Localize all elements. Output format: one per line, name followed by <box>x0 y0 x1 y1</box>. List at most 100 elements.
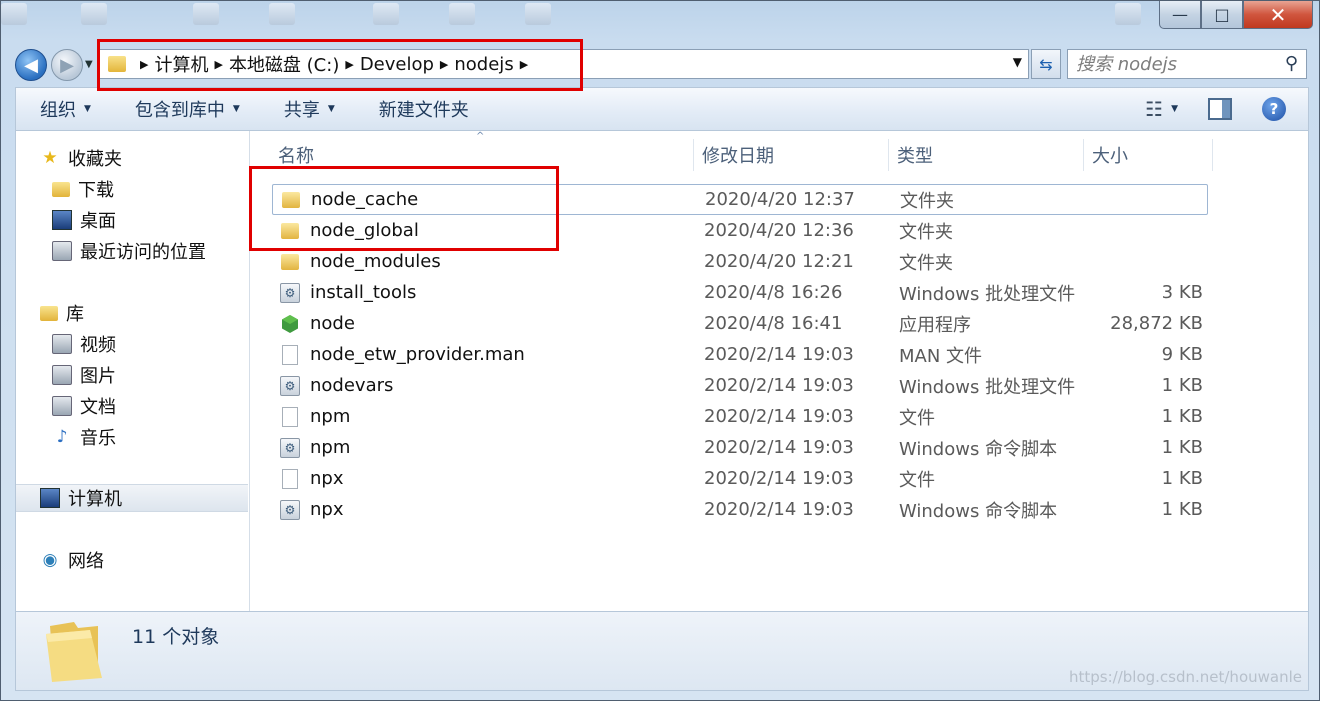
desktop-icon <box>52 210 72 230</box>
recent-pages-dropdown[interactable]: ▼ <box>85 59 93 70</box>
nav-pictures-label: 图片 <box>80 366 116 387</box>
view-dropdown-icon[interactable]: ▼ <box>1171 104 1178 114</box>
search-input[interactable] <box>1076 53 1266 75</box>
nav-computer[interactable]: 计算机 <box>16 484 248 512</box>
nav-documents[interactable]: 文档 <box>52 392 116 420</box>
nav-documents-label: 文档 <box>80 397 116 418</box>
chevron-right-icon[interactable]: ▶ <box>140 58 148 71</box>
file-type: Windows 命令脚本 <box>899 438 1058 460</box>
file-row[interactable]: ⚙ install_tools 2020/4/8 16:26 Windows 批处理文… <box>272 277 1208 308</box>
refresh-icon: ⇆ <box>1039 54 1053 74</box>
address-bar[interactable]: ▶ 计算机 ▶ 本地磁盘 (C:) ▶ Develop ▶ nodejs ▶ ▼ <box>99 49 1029 79</box>
picture-library-icon <box>52 365 72 385</box>
minimize-button[interactable]: — <box>1159 1 1201 29</box>
batch-file-icon: ⚙ <box>280 375 300 396</box>
file-row[interactable]: npm 2020/2/14 19:03 文件 1 KB <box>272 401 1208 432</box>
preview-pane-icon[interactable] <box>1208 98 1232 120</box>
new-folder-button[interactable]: 新建文件夹 <box>379 96 469 122</box>
file-row[interactable]: npx 2020/2/14 19:03 文件 1 KB <box>272 463 1208 494</box>
column-header-name[interactable]: 名称 <box>270 139 692 171</box>
search-box[interactable]: ⚲ <box>1067 49 1307 79</box>
file-row[interactable]: node_etw_provider.man 2020/2/14 19:03 MAN … <box>272 339 1208 370</box>
search-icon[interactable]: ⚲ <box>1285 53 1298 74</box>
ghost-icon <box>1115 3 1141 25</box>
nav-music[interactable]: ♪ 音乐 <box>52 423 116 451</box>
refresh-button[interactable]: ⇆ <box>1031 49 1061 79</box>
file-row[interactable]: node_modules 2020/4/20 12:21 文件夹 <box>272 246 1208 277</box>
file-date: 2020/2/14 19:03 <box>704 406 854 427</box>
chevron-right-icon[interactable]: ▶ <box>520 58 528 71</box>
column-header-type[interactable]: 类型 <box>889 139 1083 171</box>
back-button[interactable]: ◀ <box>15 49 47 81</box>
file-type: 文件夹 <box>899 252 953 274</box>
file-date: 2020/4/20 12:37 <box>705 189 855 210</box>
column-header-size[interactable]: 大小 <box>1084 139 1212 171</box>
breadcrumb-develop[interactable]: Develop <box>360 54 434 75</box>
batch-file-icon: ⚙ <box>280 282 300 303</box>
share-button[interactable]: 共享 ▼ <box>284 96 335 122</box>
nav-music-label: 音乐 <box>80 428 116 449</box>
file-name: node_global <box>310 220 419 241</box>
view-details-icon[interactable]: ☷ <box>1145 97 1163 121</box>
arrow-right-icon: ▶ <box>60 54 74 76</box>
breadcrumb-computer[interactable]: 计算机 <box>154 51 208 77</box>
file-type: 应用程序 <box>899 314 971 336</box>
chevron-down-icon: ▼ <box>327 104 335 114</box>
file-name-cell: ⚙ npm <box>280 437 350 458</box>
chevron-right-icon[interactable]: ▶ <box>214 58 222 71</box>
nav-downloads[interactable]: 下载 <box>52 175 114 203</box>
forward-button[interactable]: ▶ <box>51 49 83 81</box>
library-icon <box>40 305 58 321</box>
file-name-cell: npx <box>280 468 344 489</box>
close-button[interactable]: ✕ <box>1243 1 1313 29</box>
nav-libraries[interactable]: 库 <box>40 299 84 327</box>
file-row[interactable]: ⚙ npx 2020/2/14 19:03 Windows 命令脚本 1 KB <box>272 494 1208 525</box>
breadcrumb-local-disk[interactable]: 本地磁盘 (C:) <box>229 51 339 77</box>
file-row[interactable]: node_cache 2020/4/20 12:37 文件夹 <box>272 184 1208 215</box>
maximize-button[interactable]: □ <box>1201 1 1243 29</box>
nav-videos[interactable]: 视频 <box>52 330 116 358</box>
file-size: 9 KB <box>1161 344 1203 365</box>
file-row[interactable]: node_global 2020/4/20 12:36 文件夹 <box>272 215 1208 246</box>
folder-large-icon <box>46 622 102 682</box>
breadcrumb-nodejs[interactable]: nodejs <box>454 54 513 75</box>
nav-favorites[interactable]: ★ 收藏夹 <box>40 144 122 172</box>
nav-recent-label: 最近访问的位置 <box>80 242 206 263</box>
chevron-right-icon[interactable]: ▶ <box>440 58 448 71</box>
file-row[interactable]: node 2020/4/8 16:41 应用程序 28,872 KB <box>272 308 1208 339</box>
file-list: ^ 名称 修改日期 类型 大小 node_cache 2020/4/20 12:3… <box>250 131 1308 611</box>
file-type: Windows 批处理文件 <box>899 376 1076 398</box>
command-bar-right: ☷ ▼ ? <box>1145 88 1308 130</box>
nav-favorites-label: 收藏夹 <box>68 149 122 170</box>
include-library-button[interactable]: 包含到库中 ▼ <box>135 96 240 122</box>
address-dropdown-icon[interactable]: ▼ <box>1013 55 1022 69</box>
ghost-icon <box>81 3 107 25</box>
nav-recent[interactable]: 最近访问的位置 <box>52 237 206 265</box>
nav-pictures[interactable]: 图片 <box>52 361 116 389</box>
file-name: npx <box>310 499 344 520</box>
video-library-icon <box>52 334 72 354</box>
file-row[interactable]: ⚙ nodevars 2020/2/14 19:03 Windows 批处理文件 1 K… <box>272 370 1208 401</box>
chevron-right-icon[interactable]: ▶ <box>345 58 353 71</box>
help-icon[interactable]: ? <box>1262 97 1286 121</box>
file-name-cell: npm <box>280 406 350 427</box>
nav-network[interactable]: ◉ 网络 <box>40 546 104 574</box>
ghost-icon <box>269 3 295 25</box>
file-type: 文件夹 <box>899 221 953 243</box>
organize-button[interactable]: 组织 ▼ <box>40 96 91 122</box>
nav-desktop[interactable]: 桌面 <box>52 206 116 234</box>
column-separator[interactable] <box>1212 139 1213 171</box>
ghost-icon <box>525 3 551 25</box>
folder-icon <box>108 56 126 72</box>
file-type: MAN 文件 <box>899 345 983 367</box>
column-header-date[interactable]: 修改日期 <box>694 139 888 171</box>
file-date: 2020/4/8 16:41 <box>704 313 843 334</box>
file-row[interactable]: ⚙ npm 2020/2/14 19:03 Windows 命令脚本 1 KB <box>272 432 1208 463</box>
include-library-label: 包含到库中 <box>134 100 225 121</box>
file-name-cell: node_modules <box>280 251 441 272</box>
ghost-icon <box>373 3 399 25</box>
share-label: 共享 <box>283 100 320 121</box>
batch-file-icon: ⚙ <box>280 499 300 520</box>
ghost-icon <box>449 3 475 25</box>
file-type: 文件 <box>899 407 935 429</box>
